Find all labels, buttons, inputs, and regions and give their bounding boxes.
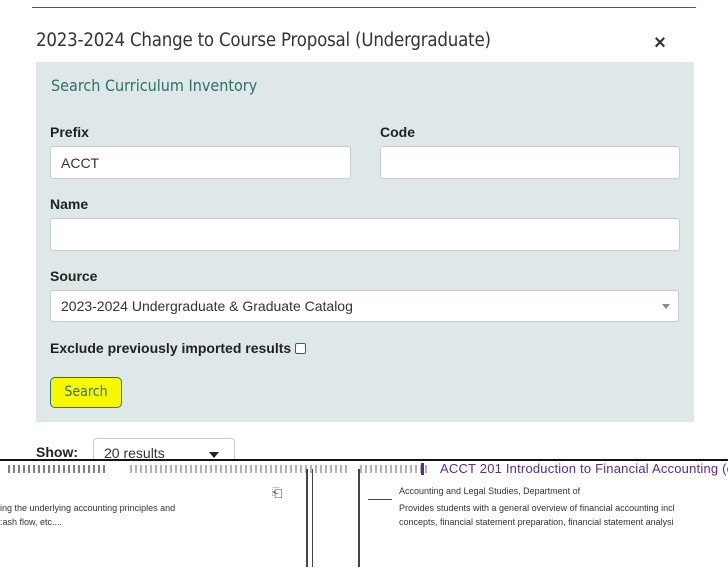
import-icon[interactable]: ⎗: [272, 485, 282, 501]
row-desc-left-2: :ash flow, etc....: [0, 517, 63, 527]
source-select[interactable]: 2023-2024 Undergraduate & Graduate Catal…: [50, 290, 679, 322]
row-desc-left: ing the underlying accounting principles…: [0, 503, 176, 513]
column-divider: [312, 469, 313, 567]
department-text: Accounting and Legal Studies, Department…: [399, 486, 581, 496]
panel-title: Search Curriculum Inventory: [51, 76, 258, 95]
exclude-label: Exclude previously imported results: [50, 340, 292, 356]
close-icon[interactable]: ×: [649, 31, 671, 55]
source-select-value: 2023-2024 Undergraduate & Graduate Catal…: [61, 298, 353, 314]
column-divider: [306, 469, 308, 567]
prefix-input[interactable]: [50, 146, 351, 179]
search-button[interactable]: Search: [50, 377, 122, 408]
code-label: Code: [380, 124, 415, 140]
course-desc-2: concepts, financial statement preparatio…: [399, 517, 674, 527]
obscured-row-text: [8, 465, 108, 473]
modal-title: 2023-2024 Change to Course Proposal (Und…: [36, 30, 491, 51]
obscured-row-text: [130, 465, 350, 473]
column-divider: [358, 469, 360, 567]
caret-down-icon: [209, 452, 219, 458]
row-marker: [421, 463, 424, 475]
code-input[interactable]: [380, 146, 680, 179]
name-input[interactable]: [50, 218, 680, 251]
results-background: ACCT 201 Introduction to Financial Accou…: [0, 461, 728, 571]
exclude-checkbox[interactable]: [295, 343, 307, 354]
column-divider: [368, 499, 392, 500]
prefix-label: Prefix: [50, 124, 89, 140]
source-label: Source: [50, 268, 98, 284]
course-desc: Provides students with a general overvie…: [399, 503, 675, 513]
search-curriculum-panel: Search Curriculum Inventory Prefix Code …: [36, 62, 694, 422]
change-course-modal: 2023-2024 Change to Course Proposal (Und…: [0, 0, 728, 468]
exclude-row: Exclude previously imported results: [50, 340, 307, 356]
obscured-row-text: [360, 465, 430, 473]
modal-top-rule: [32, 7, 696, 8]
show-label: Show:: [36, 444, 78, 460]
chevron-down-icon: [662, 304, 670, 309]
course-title-link[interactable]: ACCT 201 Introduction to Financial Accou…: [440, 461, 728, 476]
name-label: Name: [50, 196, 89, 212]
